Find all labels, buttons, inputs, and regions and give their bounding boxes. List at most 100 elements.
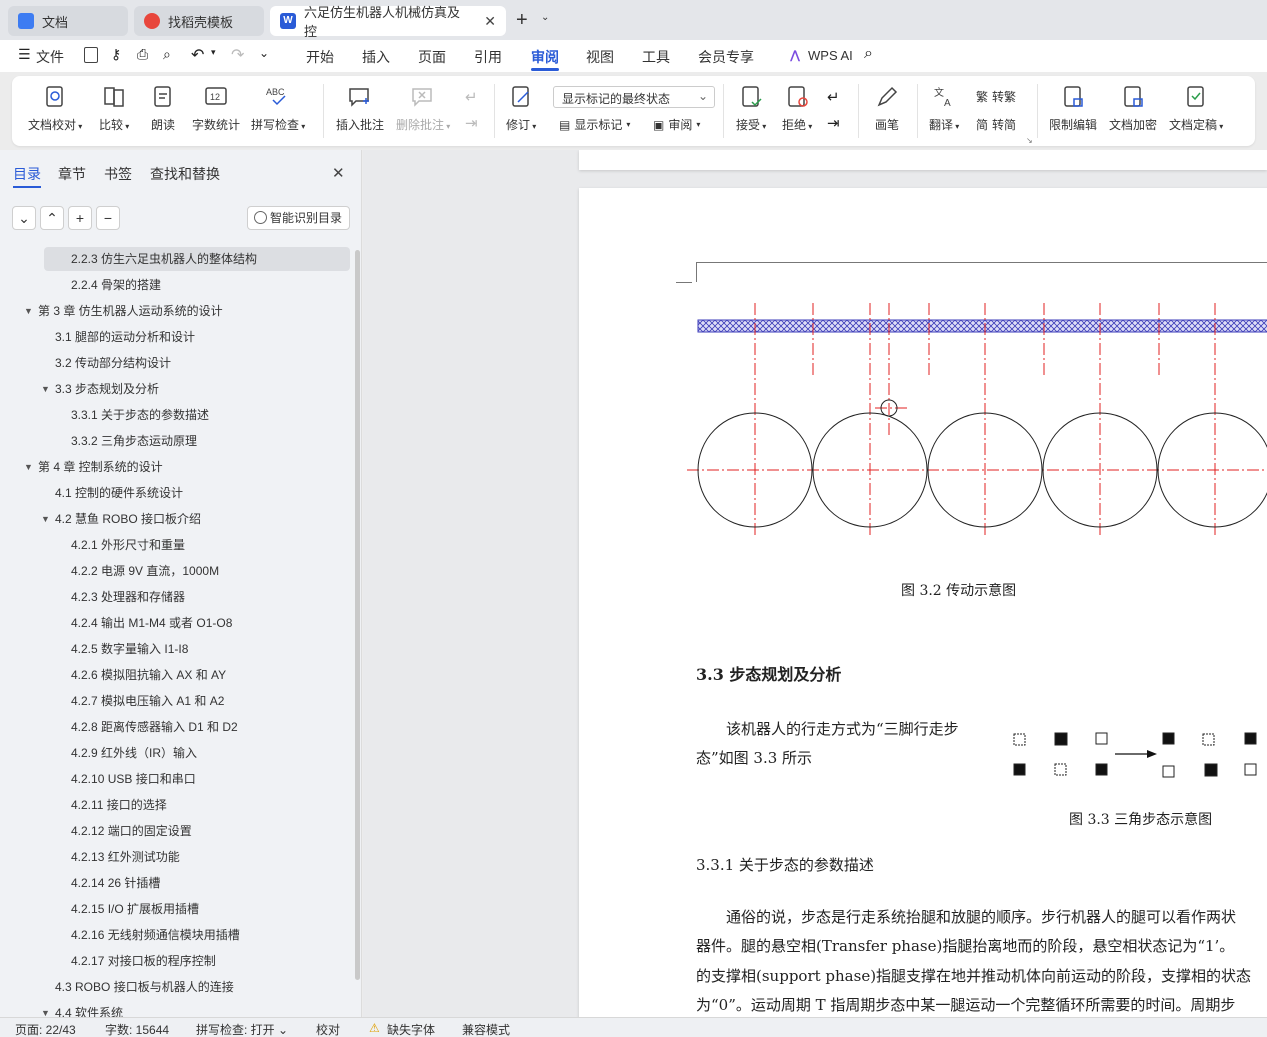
page-indicator[interactable]: 页面: 22/43: [15, 1021, 76, 1037]
menu-review[interactable]: 审阅: [531, 47, 559, 67]
to-traditional-button[interactable]: 繁 转繁: [976, 88, 1016, 105]
menu-tools[interactable]: 工具: [642, 47, 670, 67]
redo-icon[interactable]: ↷: [231, 45, 244, 65]
menu-file[interactable]: 文件: [36, 47, 64, 67]
toc-item[interactable]: 4.2.1 外形尺寸和重量: [0, 533, 340, 557]
print-preview-icon[interactable]: ⌕: [163, 46, 171, 63]
toc-item[interactable]: 4.2.12 端口的固定设置: [0, 819, 340, 843]
word-count-indicator[interactable]: 字数: 15644: [105, 1021, 169, 1037]
finalize-button[interactable]: 文档定稿 ▾: [1169, 84, 1223, 133]
smart-toc-button[interactable]: 智能识别目录: [247, 206, 350, 230]
toc-item[interactable]: 4.3 ROBO 接口板与机器人的连接: [0, 975, 340, 999]
close-icon[interactable]: ✕: [484, 13, 496, 30]
menu-reference[interactable]: 引用: [474, 47, 502, 67]
toc-item[interactable]: 4.2.9 红外线（IR）输入: [0, 741, 340, 765]
toc-item[interactable]: 4.1 控制的硬件系统设计: [0, 481, 340, 505]
expand-caret-icon[interactable]: ▼: [41, 507, 50, 531]
revise-button[interactable]: 修订 ▾: [506, 84, 536, 133]
toc-item[interactable]: ▼ 第 3 章 仿生机器人运动系统的设计: [0, 299, 340, 323]
toc-item[interactable]: ▼ 4.4 软件系统: [0, 1001, 340, 1017]
translate-button[interactable]: 文A 翻译 ▾: [929, 84, 959, 133]
document-page[interactable]: 图 3.2 传动示意图 3.3 步态规划及分析 该机器人的行走方式为“三脚行走步…: [579, 188, 1267, 1017]
menu-insert[interactable]: 插入: [362, 47, 390, 67]
prev-comment-icon[interactable]: ↵: [465, 88, 478, 106]
toc-item[interactable]: 3.3.2 三角步态运动原理: [0, 429, 340, 453]
toc-item[interactable]: 4.2.10 USB 接口和串口: [0, 767, 340, 791]
tab-template[interactable]: 找稻壳模板: [134, 6, 264, 36]
hamburger-icon[interactable]: ☰: [18, 46, 31, 63]
compare-button[interactable]: 比较 ▾: [99, 84, 129, 133]
tab-document[interactable]: W 六足仿生机器人机械仿真及控 ✕: [270, 5, 506, 39]
markup-state-select[interactable]: 显示标记的最终状态 ⌄: [553, 86, 715, 108]
search-icon[interactable]: ⌕: [864, 45, 873, 63]
prev-change-icon[interactable]: ↵: [827, 88, 840, 106]
expand-caret-icon[interactable]: ▼: [24, 455, 33, 479]
toc-item[interactable]: 4.2.8 距离传感器输入 D1 和 D2: [0, 715, 340, 739]
delete-comment-button[interactable]: 删除批注 ▾: [396, 84, 450, 133]
menu-page[interactable]: 页面: [418, 47, 446, 67]
to-simplified-button[interactable]: 简 转简: [976, 116, 1016, 133]
toc-item[interactable]: 4.2.6 模拟阻抗输入 AX 和 AY: [0, 663, 340, 687]
menu-view[interactable]: 视图: [586, 47, 614, 67]
doc-check-button[interactable]: 文档校对 ▾: [28, 84, 82, 133]
toc-scrollbar[interactable]: [355, 250, 360, 980]
toc-item[interactable]: 4.2.4 输出 M1-M4 或者 O1-O8: [0, 611, 340, 635]
toc-item[interactable]: 4.2.5 数字量输入 I1-I8: [0, 637, 340, 661]
toc-item[interactable]: 3.2 传动部分结构设计: [0, 351, 340, 375]
spell-check-status[interactable]: 拼写检查: 打开 ⌄: [196, 1021, 288, 1037]
toc-item[interactable]: 4.2.2 电源 9V 直流，1000M: [0, 559, 340, 583]
accept-button[interactable]: 接受 ▾: [736, 84, 766, 133]
toc-item[interactable]: 2.2.4 骨架的搭建: [0, 273, 340, 297]
toc-item[interactable]: 3.3.1 关于步态的参数描述: [0, 403, 340, 427]
menu-vip[interactable]: 会员专享: [698, 47, 754, 67]
toc-item[interactable]: 4.2.17 对接口板的程序控制: [0, 949, 340, 973]
tab-toc[interactable]: 目录: [13, 164, 41, 184]
tab-docs[interactable]: 文档: [8, 6, 128, 36]
print-icon[interactable]: ⎙: [137, 46, 148, 63]
toc-item[interactable]: 4.2.14 26 针插槽: [0, 871, 340, 895]
add-heading-button[interactable]: +: [68, 206, 92, 230]
toc-item[interactable]: 4.2.16 无线射频通信模块用插槽: [0, 923, 340, 947]
expand-caret-icon[interactable]: ▼: [24, 299, 33, 323]
expand-caret-icon[interactable]: ▼: [41, 1001, 50, 1017]
expand-ribbon-icon[interactable]: ↘: [1026, 136, 1033, 145]
tab-chapters[interactable]: 章节: [58, 164, 86, 184]
remove-heading-button[interactable]: −: [96, 206, 120, 230]
undo-dropdown-icon[interactable]: ▾: [211, 47, 216, 58]
menu-wps-ai[interactable]: WPS AI: [808, 48, 853, 63]
word-count-button[interactable]: 12 字数统计: [192, 84, 240, 133]
next-change-icon[interactable]: ⇥: [827, 114, 840, 132]
show-markup-button[interactable]: ▤ 显示标记 ▾: [559, 116, 630, 133]
tab-bookmarks[interactable]: 书签: [104, 164, 132, 184]
key-icon[interactable]: ⚷: [111, 46, 121, 63]
expand-caret-icon[interactable]: ▼: [41, 377, 50, 401]
toc-item[interactable]: 3.1 腿部的运动分析和设计: [0, 325, 340, 349]
spell-check-button[interactable]: ABC 拼写检查 ▾: [251, 84, 305, 133]
insert-comment-button[interactable]: 插入批注: [336, 84, 384, 133]
toc-item[interactable]: 4.2.3 处理器和存储器: [0, 585, 340, 609]
encrypt-button[interactable]: 文档加密: [1109, 84, 1157, 133]
toc-item[interactable]: 2.2.3 仿生六足虫机器人的整体结构: [44, 247, 350, 271]
tab-find-replace[interactable]: 查找和替换: [150, 164, 220, 184]
toc-item[interactable]: 4.2.15 I/O 扩展板用插槽: [0, 897, 340, 921]
pen-button[interactable]: 画笔: [874, 84, 900, 133]
menu-start[interactable]: 开始: [306, 47, 334, 67]
restrict-edit-button[interactable]: 限制编辑: [1049, 84, 1097, 133]
review-pane-button[interactable]: ▣ 审阅 ▾: [653, 116, 700, 133]
save-icon[interactable]: [84, 47, 98, 63]
missing-font-status[interactable]: 缺失字体: [387, 1021, 435, 1037]
toc-item[interactable]: 4.2.7 模拟电压输入 A1 和 A2: [0, 689, 340, 713]
toc-item[interactable]: ▼ 3.3 步态规划及分析: [0, 377, 340, 401]
reject-button[interactable]: 拒绝 ▾: [782, 84, 812, 133]
toc-item[interactable]: 4.2.13 红外测试功能: [0, 845, 340, 869]
move-up-button[interactable]: ⌃: [40, 206, 64, 230]
close-icon[interactable]: ✕: [332, 164, 345, 182]
toc-item[interactable]: 4.2.11 接口的选择: [0, 793, 340, 817]
more-chevron-icon[interactable]: ⌄: [259, 46, 269, 60]
toc-item[interactable]: ▼ 4.2 慧鱼 ROBO 接口板介绍: [0, 507, 340, 531]
collapse-all-button[interactable]: ⌄: [12, 206, 36, 230]
chevron-down-icon[interactable]: ⌄: [541, 12, 549, 23]
undo-icon[interactable]: ↶: [191, 45, 204, 65]
toc-item[interactable]: ▼ 第 4 章 控制系统的设计: [0, 455, 340, 479]
read-aloud-button[interactable]: 朗读: [150, 84, 176, 133]
